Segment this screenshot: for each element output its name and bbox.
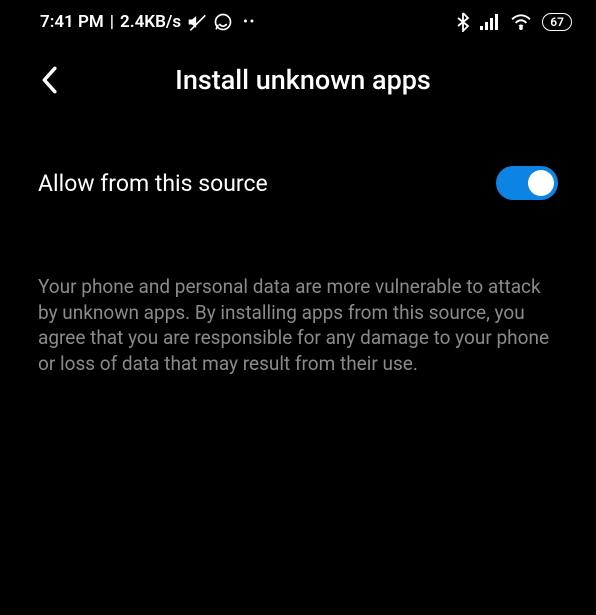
mute-icon — [187, 12, 207, 32]
allow-from-source-row: Allow from this source — [38, 166, 558, 200]
whatsapp-icon — [213, 12, 233, 32]
status-bar: 7:41 PM | 2.4KB/s •• — [0, 0, 596, 40]
battery-indicator: 67 — [542, 13, 572, 31]
toggle-thumb — [528, 170, 554, 196]
allow-from-source-label: Allow from this source — [38, 170, 268, 197]
more-notifications-icon: •• — [243, 15, 256, 30]
back-button[interactable] — [40, 66, 58, 94]
signal-icon — [480, 14, 500, 30]
allow-from-source-toggle[interactable] — [496, 166, 558, 200]
bluetooth-icon — [456, 12, 470, 32]
status-bar-left: 7:41 PM | 2.4KB/s •• — [40, 12, 256, 32]
content-area: Allow from this source Your phone and pe… — [0, 116, 596, 377]
status-time: 7:41 PM — [40, 12, 104, 32]
header: Install unknown apps — [0, 40, 596, 116]
status-bar-right: 67 — [456, 12, 572, 32]
wifi-icon — [510, 14, 532, 30]
status-separator: | — [110, 12, 114, 32]
status-data-rate: 2.4KB/s — [120, 12, 181, 32]
page-title: Install unknown apps — [175, 64, 431, 96]
warning-description: Your phone and personal data are more vu… — [38, 274, 558, 377]
